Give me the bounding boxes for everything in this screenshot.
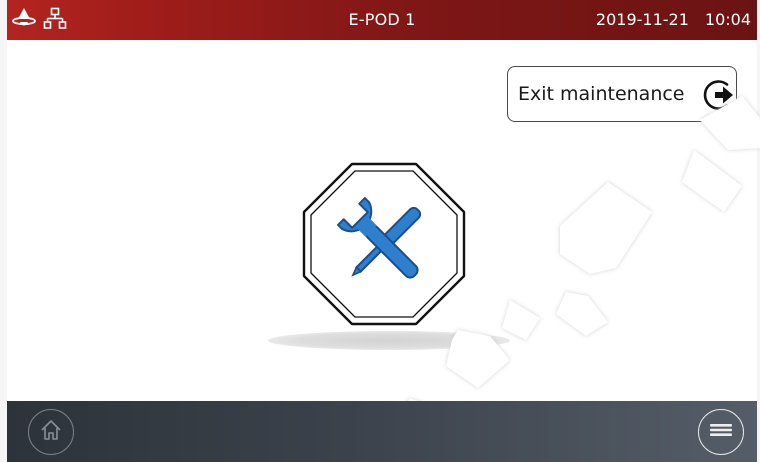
exit-maintenance-label: Exit maintenance [518,83,685,105]
app-window: E-POD 1 2019-11-21 10:04 Exit maintenanc… [0,0,760,462]
bottom-nav-bar [7,401,757,462]
home-icon [38,417,64,447]
status-bar: E-POD 1 2019-11-21 10:04 [7,0,757,40]
date-label: 2019-11-21 [595,10,689,29]
home-button[interactable] [28,409,74,455]
exit-arrow-icon [702,77,738,113]
date-time: 2019-11-21 10:04 [596,10,751,29]
emblem-shadow [268,331,510,350]
menu-button[interactable] [698,409,744,455]
left-edge [0,0,7,462]
wrench-screwdriver-icon [302,162,466,326]
exit-maintenance-button[interactable]: Exit maintenance [507,66,737,122]
menu-icon [708,421,734,443]
time-label: 10:04 [704,10,751,29]
